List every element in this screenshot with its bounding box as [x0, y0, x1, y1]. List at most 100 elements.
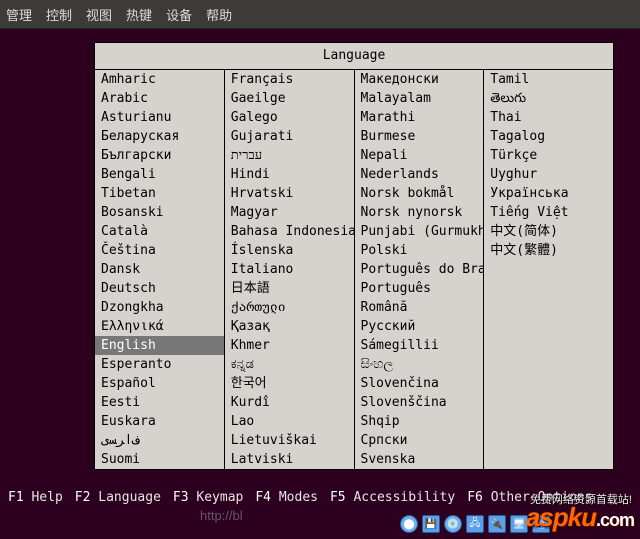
- language-option[interactable]: Arabic: [95, 89, 224, 108]
- language-option[interactable]: සිංහල: [355, 355, 484, 374]
- language-option[interactable]: Malayalam: [355, 89, 484, 108]
- language-option[interactable]: Беларуская: [95, 127, 224, 146]
- language-option[interactable]: Burmese: [355, 127, 484, 146]
- language-option[interactable]: Slovenčina: [355, 374, 484, 393]
- language-option[interactable]: Català: [95, 222, 224, 241]
- language-option[interactable]: Čeština: [95, 241, 224, 260]
- language-option[interactable]: Русский: [355, 317, 484, 336]
- language-option[interactable]: 日本語: [225, 279, 354, 298]
- language-option[interactable]: Gaeilge: [225, 89, 354, 108]
- language-option[interactable]: Sámegillii: [355, 336, 484, 355]
- vm-menubar[interactable]: 管理控制视图热键设备帮助: [0, 0, 640, 29]
- language-option[interactable]: ქართული: [225, 298, 354, 317]
- language-grid: AmharicArabicAsturianuБеларускаяБългарск…: [94, 70, 614, 470]
- language-option[interactable]: Marathi: [355, 108, 484, 127]
- language-option[interactable]: Français: [225, 70, 354, 89]
- language-option[interactable]: Español: [95, 374, 224, 393]
- language-option[interactable]: English: [95, 336, 224, 355]
- language-option[interactable]: ಕನ್ನಡ: [225, 355, 354, 374]
- language-option[interactable]: Esperanto: [95, 355, 224, 374]
- language-option[interactable]: Norsk nynorsk: [355, 203, 484, 222]
- language-option[interactable]: Lao: [225, 412, 354, 431]
- language-option[interactable]: Kurdî: [225, 393, 354, 412]
- language-option[interactable]: Slovenščina: [355, 393, 484, 412]
- language-option[interactable]: Punjabi (Gurmukhi): [355, 222, 484, 241]
- language-option[interactable]: Tagalog: [484, 127, 613, 146]
- fkey-hint: F1 Help: [8, 490, 63, 505]
- tray-icon[interactable]: ⬤: [400, 515, 418, 533]
- language-option[interactable]: Polski: [355, 241, 484, 260]
- language-option[interactable]: 中文(繁體): [484, 241, 613, 260]
- language-option[interactable]: Euskara: [95, 412, 224, 431]
- language-option[interactable]: 中文(简体): [484, 222, 613, 241]
- language-column: AmharicArabicAsturianuБеларускаяБългарск…: [95, 70, 225, 469]
- tray-icon[interactable]: 🔌: [488, 515, 506, 533]
- language-option[interactable]: Lietuviškai: [225, 431, 354, 450]
- language-option[interactable]: Suomi: [95, 450, 224, 469]
- watermark-text: aspku: [526, 502, 596, 532]
- language-option[interactable]: Tamil: [484, 70, 613, 89]
- language-option[interactable]: Македонски: [355, 70, 484, 89]
- language-option[interactable]: Íslenska: [225, 241, 354, 260]
- language-option[interactable]: Српски: [355, 431, 484, 450]
- language-option[interactable]: Português do Brasil: [355, 260, 484, 279]
- installer-screen: Language AmharicArabicAsturianuБеларуска…: [0, 28, 640, 539]
- language-option[interactable]: Svenska: [355, 450, 484, 469]
- watermark-tld: .com: [596, 510, 634, 530]
- menu-item[interactable]: 控制: [46, 5, 72, 24]
- language-option[interactable]: Hrvatski: [225, 184, 354, 203]
- language-title: Language: [94, 42, 614, 70]
- language-option[interactable]: Thai: [484, 108, 613, 127]
- ghost-url: http://bl: [200, 508, 243, 523]
- language-option[interactable]: Bahasa Indonesia: [225, 222, 354, 241]
- language-option[interactable]: Português: [355, 279, 484, 298]
- language-option[interactable]: Asturianu: [95, 108, 224, 127]
- menu-item[interactable]: 视图: [86, 5, 112, 24]
- language-option[interactable]: Norsk bokmål: [355, 184, 484, 203]
- language-column: TamilతెలుగుThaiTagalogTürkçeUyghurУкраїн…: [484, 70, 613, 469]
- menu-item[interactable]: 帮助: [206, 5, 232, 24]
- language-option[interactable]: Shqip: [355, 412, 484, 431]
- language-option[interactable]: Nederlands: [355, 165, 484, 184]
- menu-item[interactable]: 设备: [166, 5, 192, 24]
- tray-icon[interactable]: 🖧: [466, 515, 484, 533]
- language-option[interactable]: తెలుగు: [484, 89, 613, 108]
- language-option[interactable]: Khmer: [225, 336, 354, 355]
- language-option[interactable]: Română: [355, 298, 484, 317]
- language-option[interactable]: 한국어: [225, 374, 354, 393]
- watermark-brand: aspku.com: [526, 502, 634, 533]
- language-option[interactable]: Қазақ: [225, 317, 354, 336]
- language-option[interactable]: Eesti: [95, 393, 224, 412]
- language-option[interactable]: ﻑﺍﺮﺴﻯ: [95, 431, 224, 450]
- language-option[interactable]: Tiếng Việt: [484, 203, 613, 222]
- fkey-hint: F2 Language: [75, 490, 161, 505]
- language-option[interactable]: Hindi: [225, 165, 354, 184]
- language-option[interactable]: Uyghur: [484, 165, 613, 184]
- language-option[interactable]: Türkçe: [484, 146, 613, 165]
- language-option[interactable]: Українська: [484, 184, 613, 203]
- language-option[interactable]: Deutsch: [95, 279, 224, 298]
- language-option[interactable]: Bosanski: [95, 203, 224, 222]
- tray-icon[interactable]: 💾: [422, 515, 440, 533]
- language-option[interactable]: Dzongkha: [95, 298, 224, 317]
- language-option[interactable]: Dansk: [95, 260, 224, 279]
- language-column: FrançaisGaeilgeGalegoGujaratiעבריתHindiH…: [225, 70, 355, 469]
- language-option[interactable]: Nepali: [355, 146, 484, 165]
- language-option[interactable]: Amharic: [95, 70, 224, 89]
- language-option[interactable]: Български: [95, 146, 224, 165]
- language-option[interactable]: Magyar: [225, 203, 354, 222]
- language-option[interactable]: Italiano: [225, 260, 354, 279]
- language-option[interactable]: Ελληνικά: [95, 317, 224, 336]
- language-column: МакедонскиMalayalamMarathiBurmeseNepaliN…: [355, 70, 485, 469]
- fkey-hint: F5 Accessibility: [330, 490, 455, 505]
- menu-item[interactable]: 管理: [6, 5, 32, 24]
- language-option[interactable]: Tibetan: [95, 184, 224, 203]
- menu-item[interactable]: 热键: [126, 5, 152, 24]
- fkey-hint: F3 Keymap: [173, 490, 243, 505]
- language-option[interactable]: Gujarati: [225, 127, 354, 146]
- language-option[interactable]: Bengali: [95, 165, 224, 184]
- language-option[interactable]: Latviski: [225, 450, 354, 469]
- language-option[interactable]: עברית: [225, 146, 354, 165]
- language-option[interactable]: Galego: [225, 108, 354, 127]
- tray-icon[interactable]: 💿: [444, 515, 462, 533]
